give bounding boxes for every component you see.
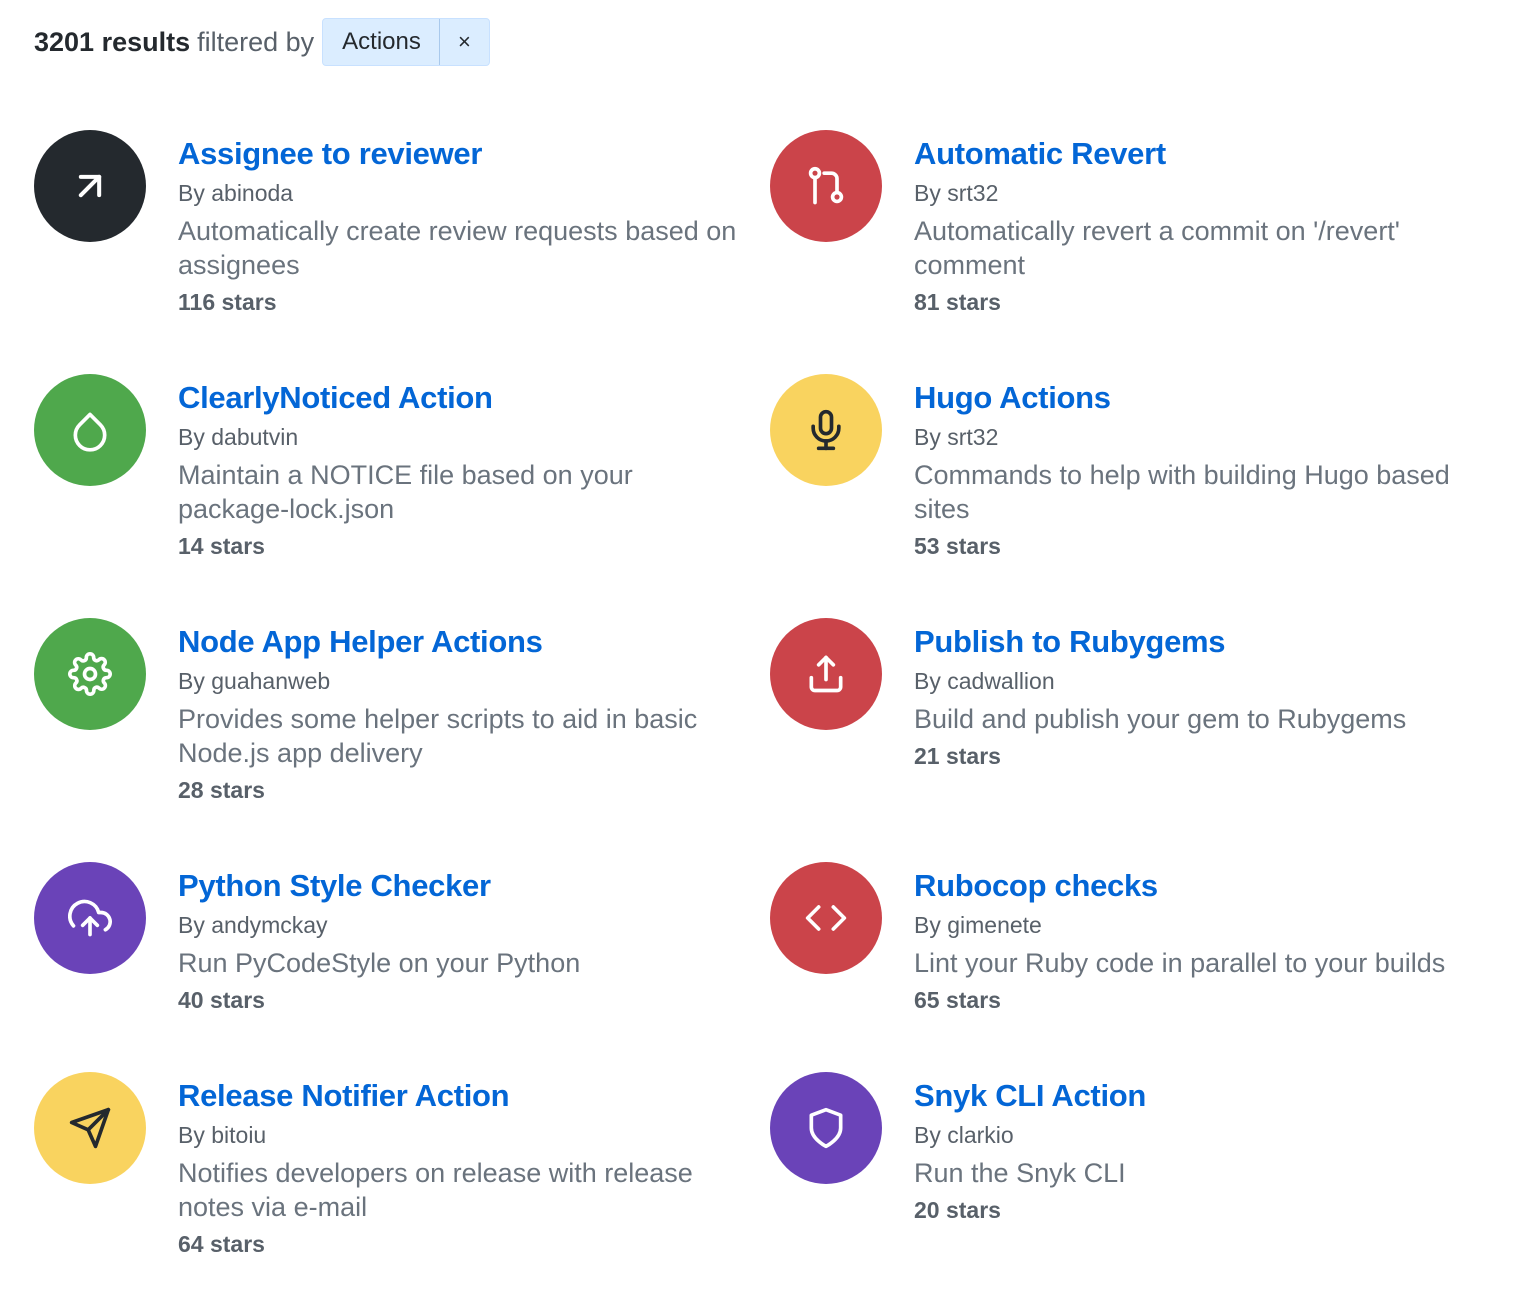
result-body: Snyk CLI Action By clarkio Run the Snyk … xyxy=(914,1076,1474,1228)
result-stars: 81 stars xyxy=(914,289,1001,315)
result-card[interactable]: Release Notifier Action By bitoiu Notifi… xyxy=(34,1072,770,1292)
result-stars: 53 stars xyxy=(914,533,1001,559)
result-body: Release Notifier Action By bitoiu Notifi… xyxy=(178,1076,738,1262)
result-title-link[interactable]: Publish to Rubygems xyxy=(914,622,1474,662)
result-stars: 14 stars xyxy=(178,533,265,559)
result-avatar xyxy=(770,618,882,730)
shield-icon xyxy=(809,1107,843,1149)
result-avatar xyxy=(34,374,146,486)
result-description: Run PyCodeStyle on your Python xyxy=(178,948,581,978)
result-card[interactable]: Automatic Revert By srt32 Automatically … xyxy=(770,130,1494,374)
result-description: Lint your Ruby code in parallel to your … xyxy=(914,948,1446,978)
result-stars: 21 stars xyxy=(914,743,1001,769)
result-avatar xyxy=(34,130,146,242)
result-description: Run the Snyk CLI xyxy=(914,1158,1126,1188)
send-icon xyxy=(69,1107,111,1149)
result-avatar xyxy=(770,374,882,486)
result-card[interactable]: Snyk CLI Action By clarkio Run the Snyk … xyxy=(770,1072,1494,1292)
result-avatar xyxy=(34,1072,146,1184)
result-card[interactable]: ClearlyNoticed Action By dabutvin Mainta… xyxy=(34,374,770,618)
code-icon xyxy=(805,905,847,931)
result-stars: 65 stars xyxy=(914,987,1001,1013)
result-author: By guahanweb xyxy=(178,668,331,694)
results-header: 3201 results filtered by Actions × xyxy=(34,18,490,66)
result-card[interactable]: Hugo Actions By srt32 Commands to help w… xyxy=(770,374,1494,618)
result-avatar xyxy=(34,618,146,730)
droplet-icon xyxy=(73,412,107,452)
result-avatar xyxy=(34,862,146,974)
result-card[interactable]: Python Style Checker By andymckay Run Py… xyxy=(34,862,770,1072)
result-stars: 116 stars xyxy=(178,289,277,315)
result-body: Rubocop checks By gimenete Lint your Rub… xyxy=(914,866,1474,1018)
result-body: ClearlyNoticed Action By dabutvin Mainta… xyxy=(178,378,738,564)
result-body: Node App Helper Actions By guahanweb Pro… xyxy=(178,622,738,808)
result-description: Build and publish your gem to Rubygems xyxy=(914,704,1407,734)
result-description: Automatically revert a commit on '/rever… xyxy=(914,216,1400,280)
result-body: Python Style Checker By andymckay Run Py… xyxy=(178,866,738,1018)
result-title-link[interactable]: Assignee to reviewer xyxy=(178,134,738,174)
result-stars: 40 stars xyxy=(178,987,265,1013)
result-author: By srt32 xyxy=(914,180,999,206)
result-title-link[interactable]: Rubocop checks xyxy=(914,866,1474,906)
result-author: By dabutvin xyxy=(178,424,299,450)
result-title-link[interactable]: Release Notifier Action xyxy=(178,1076,738,1116)
result-author: By srt32 xyxy=(914,424,999,450)
result-body: Publish to Rubygems By cadwallion Build … xyxy=(914,622,1474,774)
result-title-link[interactable]: Automatic Revert xyxy=(914,134,1474,174)
result-stars: 64 stars xyxy=(178,1231,265,1257)
results-count: 3201 results xyxy=(34,26,191,57)
result-avatar xyxy=(770,862,882,974)
result-description: Provides some helper scripts to aid in b… xyxy=(178,704,698,768)
result-description: Commands to help with building Hugo base… xyxy=(914,460,1450,524)
result-description: Maintain a NOTICE file based on your pac… xyxy=(178,460,633,524)
filtered-by-label: filtered by xyxy=(197,26,315,57)
filter-remove-button[interactable]: × xyxy=(438,19,489,65)
result-card[interactable]: Node App Helper Actions By guahanweb Pro… xyxy=(34,618,770,862)
result-author: By gimenete xyxy=(914,912,1042,938)
result-title-link[interactable]: Python Style Checker xyxy=(178,866,738,906)
result-title-link[interactable]: Hugo Actions xyxy=(914,378,1474,418)
result-author: By andymckay xyxy=(178,912,328,938)
result-author: By clarkio xyxy=(914,1122,1014,1148)
result-card[interactable]: Publish to Rubygems By cadwallion Build … xyxy=(770,618,1494,862)
result-title-link[interactable]: Node App Helper Actions xyxy=(178,622,738,662)
filter-tag-label[interactable]: Actions xyxy=(323,19,439,65)
result-author: By abinoda xyxy=(178,180,294,206)
git-pull-request-icon xyxy=(808,166,844,205)
result-description: Automatically create review requests bas… xyxy=(178,216,737,280)
arrow-up-right-icon xyxy=(78,174,102,198)
result-title-link[interactable]: Snyk CLI Action xyxy=(914,1076,1474,1116)
result-author: By bitoiu xyxy=(178,1122,267,1148)
result-avatar xyxy=(770,1072,882,1184)
results-grid: Assignee to reviewer By abinoda Automati… xyxy=(34,130,1494,1292)
result-stars: 20 stars xyxy=(914,1197,1001,1223)
result-body: Hugo Actions By srt32 Commands to help w… xyxy=(914,378,1474,564)
result-description: Notifies developers on release with rele… xyxy=(178,1158,693,1222)
filter-tag: Actions × xyxy=(322,18,490,66)
result-body: Automatic Revert By srt32 Automatically … xyxy=(914,134,1474,320)
result-avatar xyxy=(770,130,882,242)
result-stars: 28 stars xyxy=(178,777,265,803)
result-body: Assignee to reviewer By abinoda Automati… xyxy=(178,134,738,320)
result-card[interactable]: Assignee to reviewer By abinoda Automati… xyxy=(34,130,770,374)
result-title-link[interactable]: ClearlyNoticed Action xyxy=(178,378,738,418)
result-author: By cadwallion xyxy=(914,668,1055,694)
result-card[interactable]: Rubocop checks By gimenete Lint your Rub… xyxy=(770,862,1494,1072)
microphone-icon xyxy=(811,409,841,451)
cloud-upload-icon xyxy=(68,899,112,937)
upload-icon xyxy=(809,655,843,693)
gear-icon xyxy=(68,652,112,696)
